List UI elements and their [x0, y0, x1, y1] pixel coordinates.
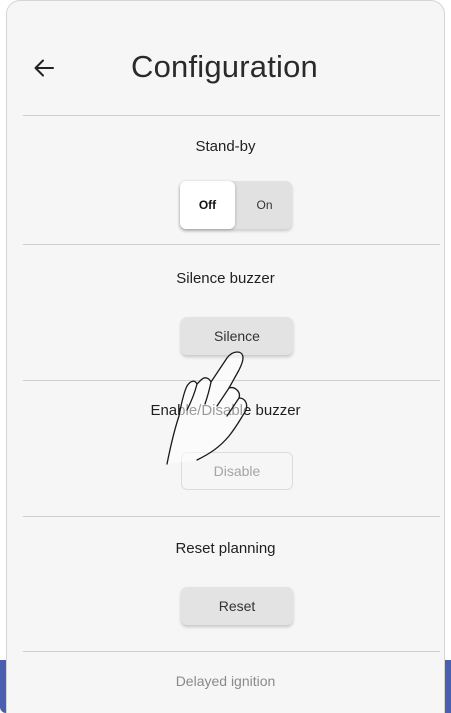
screen: Configuration Stand-by Off On Silence bu…	[0, 0, 451, 713]
reset-planning-label: Reset planning	[175, 540, 276, 557]
silence-button[interactable]: Silence	[181, 317, 293, 355]
divider	[23, 651, 440, 652]
arrow-left-icon	[34, 59, 54, 77]
divider	[23, 380, 440, 381]
enable-disable-buzzer-label: Enable/Disable buzzer	[150, 402, 301, 419]
delayed-ignition-label: Delayed ignition	[175, 673, 276, 689]
back-button[interactable]	[29, 51, 59, 85]
disable-button[interactable]: Disable	[181, 452, 293, 490]
configuration-panel: Configuration Stand-by Off On Silence bu…	[6, 0, 445, 713]
silence-buzzer-label: Silence buzzer	[176, 270, 275, 287]
standby-toggle[interactable]: Off On	[180, 181, 292, 229]
divider	[23, 244, 440, 245]
standby-label: Stand-by	[195, 138, 256, 155]
header: Configuration	[7, 41, 444, 101]
reset-button[interactable]: Reset	[181, 587, 293, 625]
standby-on-option[interactable]: On	[237, 181, 292, 229]
standby-off-option[interactable]: Off	[180, 181, 235, 229]
tap-hand-icon	[166, 351, 248, 465]
divider	[23, 115, 440, 116]
page-title: Configuration	[131, 49, 318, 84]
divider	[23, 516, 440, 517]
